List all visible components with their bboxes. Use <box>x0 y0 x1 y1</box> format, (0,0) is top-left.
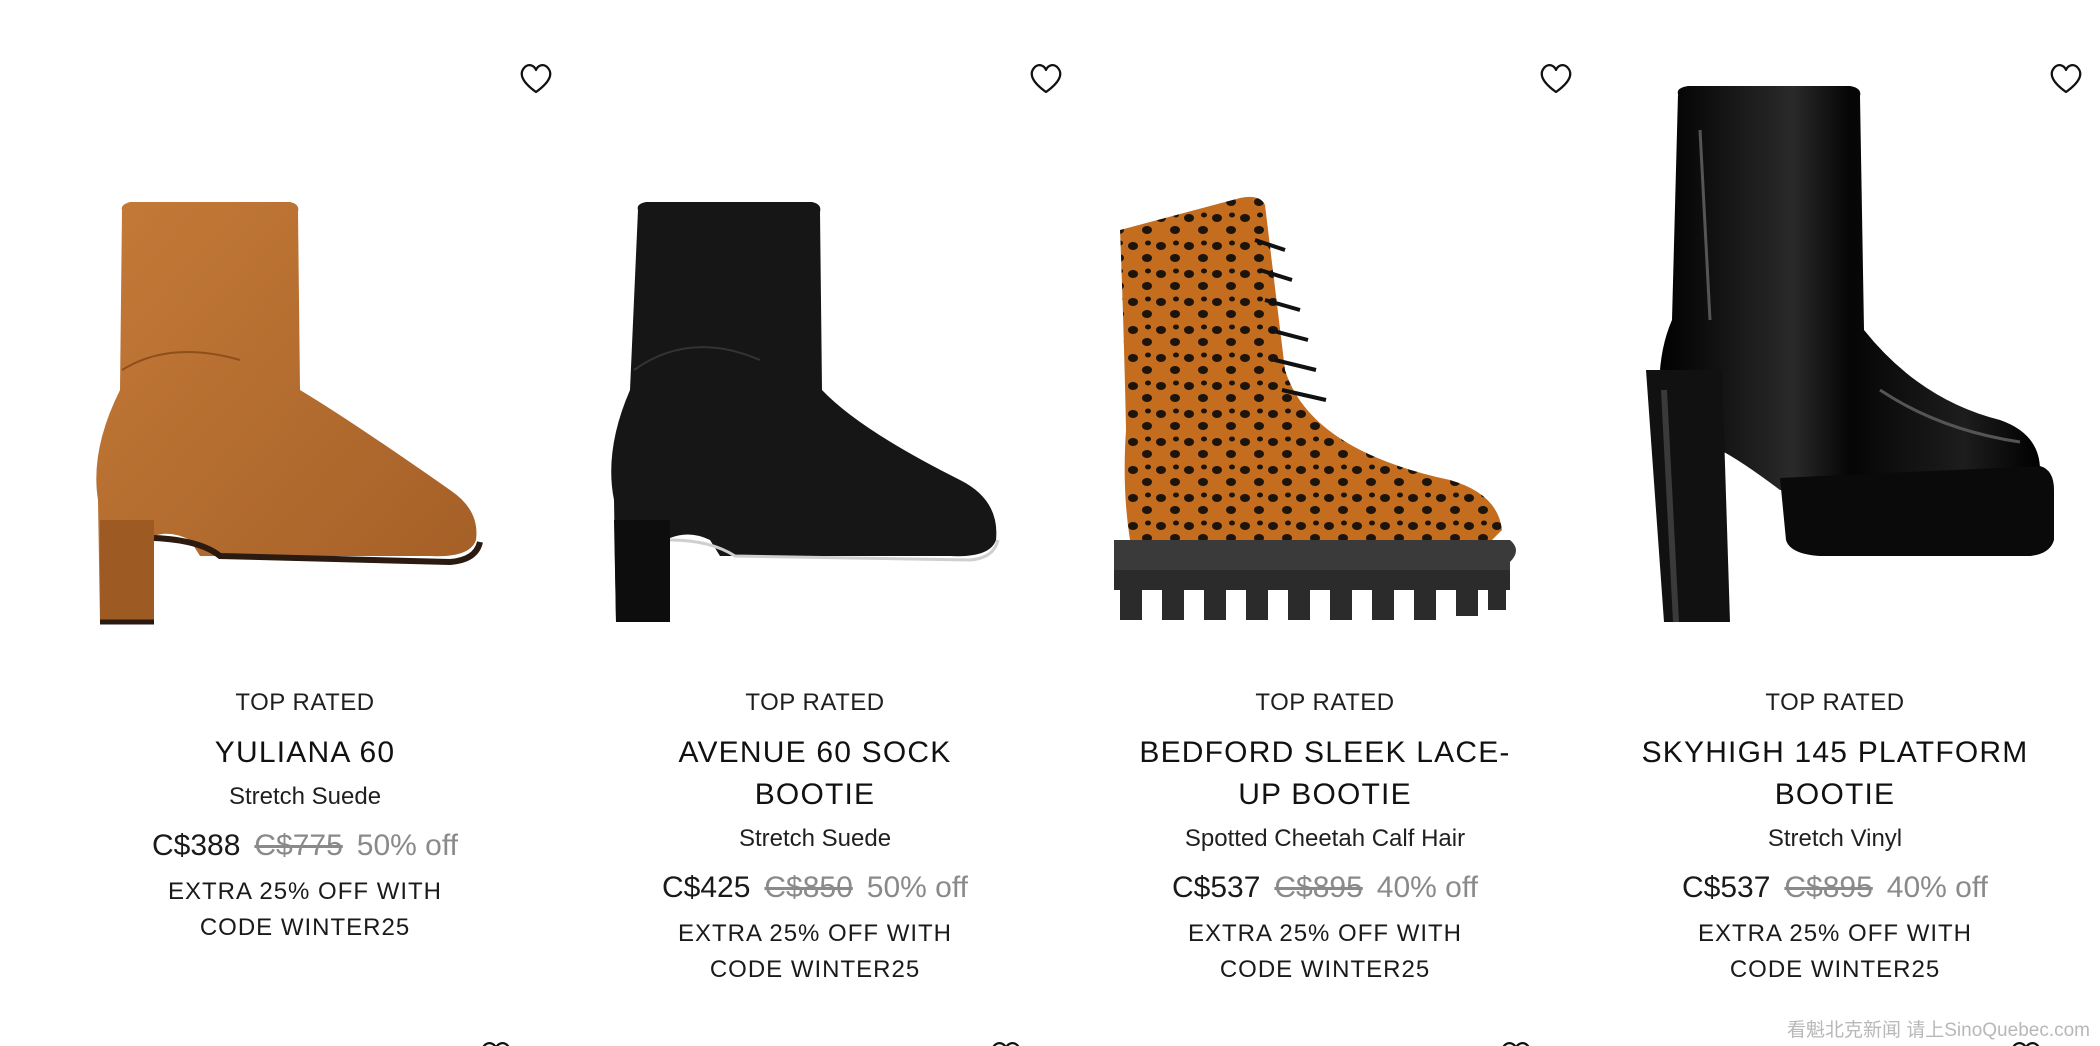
promo-line-1: EXTRA 25% OFF WITH <box>677 920 953 947</box>
product-info: TOP RATED AVENUE 60 SOCK BOOTIE Stretch … <box>560 688 1070 988</box>
wishlist-heart-icon[interactable] <box>986 1036 1026 1046</box>
sale-price: C$537 <box>1681 871 1771 904</box>
promo-line-2: CODE WINTER25 <box>199 914 411 941</box>
sale-price: C$388 <box>151 829 241 862</box>
sale-price: C$425 <box>661 871 751 904</box>
product-name[interactable]: YULIANA 60 <box>105 732 505 774</box>
product-material: Spotted Cheetah Calf Hair <box>1184 825 1466 852</box>
promo-line-1: EXTRA 25% OFF WITH <box>1187 920 1463 947</box>
promo-text: EXTRA 25% OFF WITH CODE WINTER25 <box>560 916 1070 988</box>
product-card[interactable]: TOP RATED BEDFORD SLEEK LACE-UP BOOTIE S… <box>1070 0 1580 1000</box>
discount-label: 50% off <box>866 871 968 904</box>
product-card[interactable]: TOP RATED SKYHIGH 145 PLATFORM BOOTIE St… <box>1580 0 2090 1000</box>
top-rated-badge: TOP RATED <box>745 689 885 716</box>
original-price: C$895 <box>1274 871 1363 904</box>
price-row: C$537 C$895 40% off <box>1070 868 1580 908</box>
product-image[interactable] <box>560 70 1070 640</box>
product-material: Stretch Suede <box>738 825 892 852</box>
product-name[interactable]: AVENUE 60 SOCK BOOTIE <box>615 732 1015 816</box>
product-card[interactable]: TOP RATED YULIANA 60 Stretch Suede C$388… <box>50 0 560 1000</box>
product-image[interactable] <box>1070 70 1580 640</box>
product-info: TOP RATED SKYHIGH 145 PLATFORM BOOTIE St… <box>1580 688 2090 988</box>
sale-price: C$537 <box>1171 871 1261 904</box>
product-material: Stretch Suede <box>228 783 382 810</box>
product-image[interactable] <box>50 70 560 640</box>
promo-line-2: CODE WINTER25 <box>709 956 921 983</box>
product-name[interactable]: SKYHIGH 145 PLATFORM BOOTIE <box>1635 732 2035 816</box>
promo-text: EXTRA 25% OFF WITH CODE WINTER25 <box>1070 916 1580 988</box>
product-card[interactable]: TOP RATED AVENUE 60 SOCK BOOTIE Stretch … <box>560 0 1070 1000</box>
product-image[interactable] <box>1580 70 2090 640</box>
promo-line-2: CODE WINTER25 <box>1729 956 1941 983</box>
original-price: C$895 <box>1784 871 1873 904</box>
price-row: C$537 C$895 40% off <box>1580 868 2090 908</box>
promo-line-1: EXTRA 25% OFF WITH <box>167 878 443 905</box>
watermark-text: 看魁北克新闻 请上SinoQuebec.com <box>1786 1020 2090 1041</box>
discount-label: 50% off <box>356 829 458 862</box>
promo-line-1: EXTRA 25% OFF WITH <box>1697 920 1973 947</box>
product-info: TOP RATED YULIANA 60 Stretch Suede C$388… <box>50 688 560 946</box>
price-row: C$388 C$775 50% off <box>50 826 560 866</box>
promo-text: EXTRA 25% OFF WITH CODE WINTER25 <box>50 874 560 946</box>
top-rated-badge: TOP RATED <box>1255 689 1395 716</box>
original-price: C$850 <box>764 871 853 904</box>
promo-text: EXTRA 25% OFF WITH CODE WINTER25 <box>1580 916 2090 988</box>
product-name[interactable]: BEDFORD SLEEK LACE-UP BOOTIE <box>1125 732 1525 816</box>
original-price: C$775 <box>254 829 343 862</box>
price-row: C$425 C$850 50% off <box>560 868 1070 908</box>
product-grid: TOP RATED YULIANA 60 Stretch Suede C$388… <box>0 0 2100 1046</box>
wishlist-heart-icon[interactable] <box>476 1036 516 1046</box>
discount-label: 40% off <box>1376 871 1478 904</box>
wishlist-heart-icon[interactable] <box>1496 1036 1536 1046</box>
discount-label: 40% off <box>1886 871 1988 904</box>
product-material: Stretch Vinyl <box>1767 825 1903 852</box>
top-rated-badge: TOP RATED <box>1765 689 1905 716</box>
product-info: TOP RATED BEDFORD SLEEK LACE-UP BOOTIE S… <box>1070 688 1580 988</box>
promo-line-2: CODE WINTER25 <box>1219 956 1431 983</box>
top-rated-badge: TOP RATED <box>235 689 375 716</box>
